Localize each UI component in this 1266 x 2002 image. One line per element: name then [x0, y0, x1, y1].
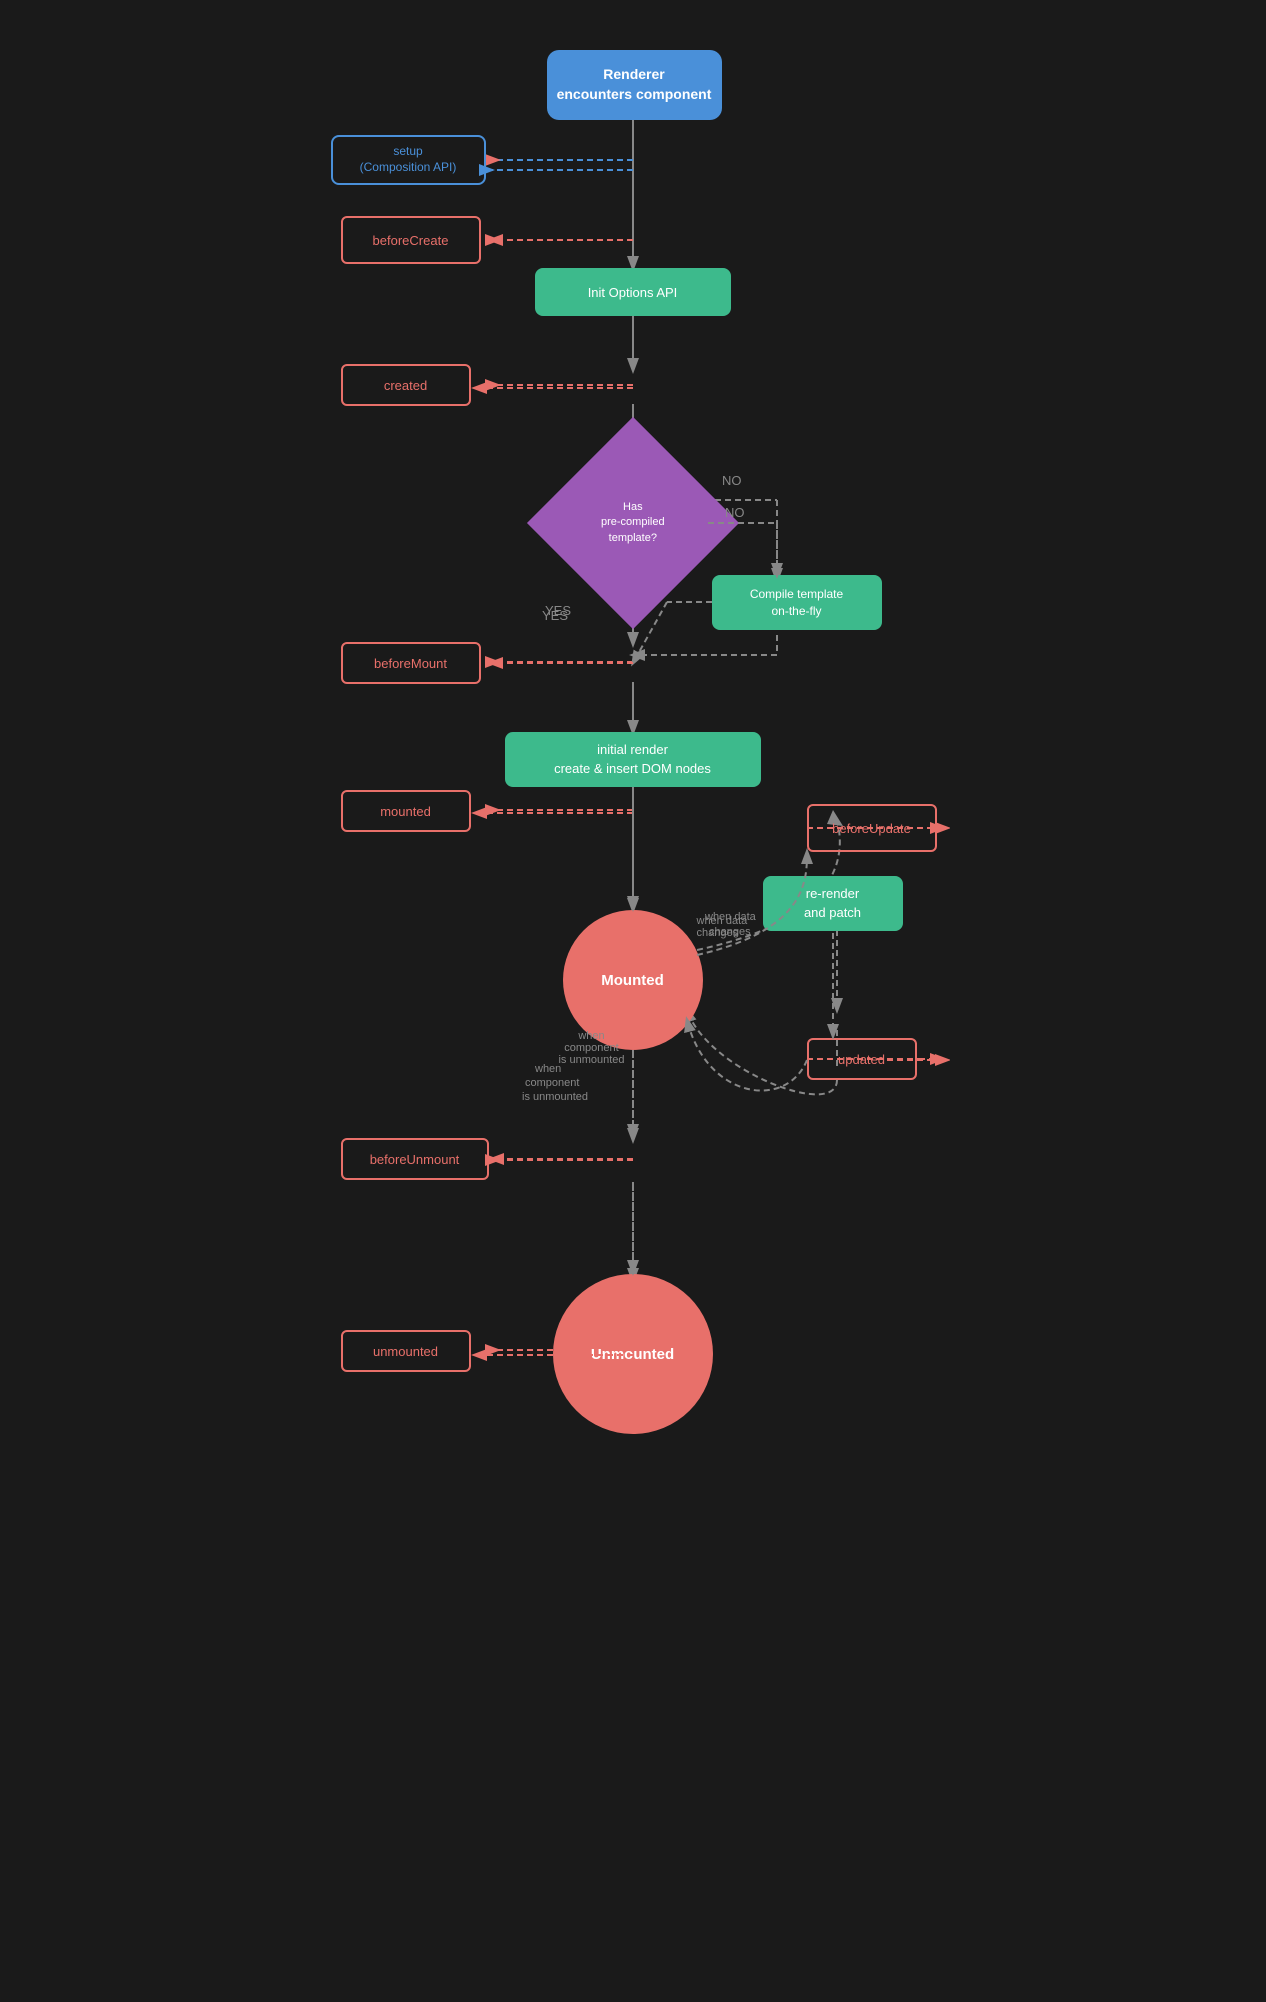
mounted-hook-node: mounted — [341, 790, 471, 832]
unmounted-circle-node: Unmounted — [553, 1274, 713, 1434]
updated-node: updated — [807, 1038, 917, 1080]
svg-text:NO: NO — [722, 473, 742, 488]
before-update-node: beforeUpdate — [807, 804, 937, 852]
unmounted-hook-node: unmounted — [341, 1330, 471, 1372]
compile-template-node: Compile templateon-the-fly — [712, 575, 882, 630]
before-mount-node: beforeMount — [341, 642, 481, 684]
before-create-node: beforeCreate — [341, 216, 481, 264]
init-options-node: Init Options API — [535, 268, 731, 316]
renderer-node: Rendererencounters component — [547, 50, 722, 120]
when-unmounted-label: whencomponentis unmounted — [547, 1030, 637, 1066]
re-render-node: re-renderand patch — [763, 876, 903, 931]
created-node: created — [341, 364, 471, 406]
svg-text:YES: YES — [545, 603, 571, 618]
initial-render-node: initial rendercreate & insert DOM nodes — [505, 732, 761, 787]
lifecycle-diagram: NO YES Rendererencounters component setu… — [317, 20, 950, 1980]
setup-node: setup(Composition API) — [331, 135, 486, 185]
mounted-circle-node: Mounted — [563, 910, 703, 1050]
before-unmount-node: beforeUnmount — [341, 1138, 489, 1180]
